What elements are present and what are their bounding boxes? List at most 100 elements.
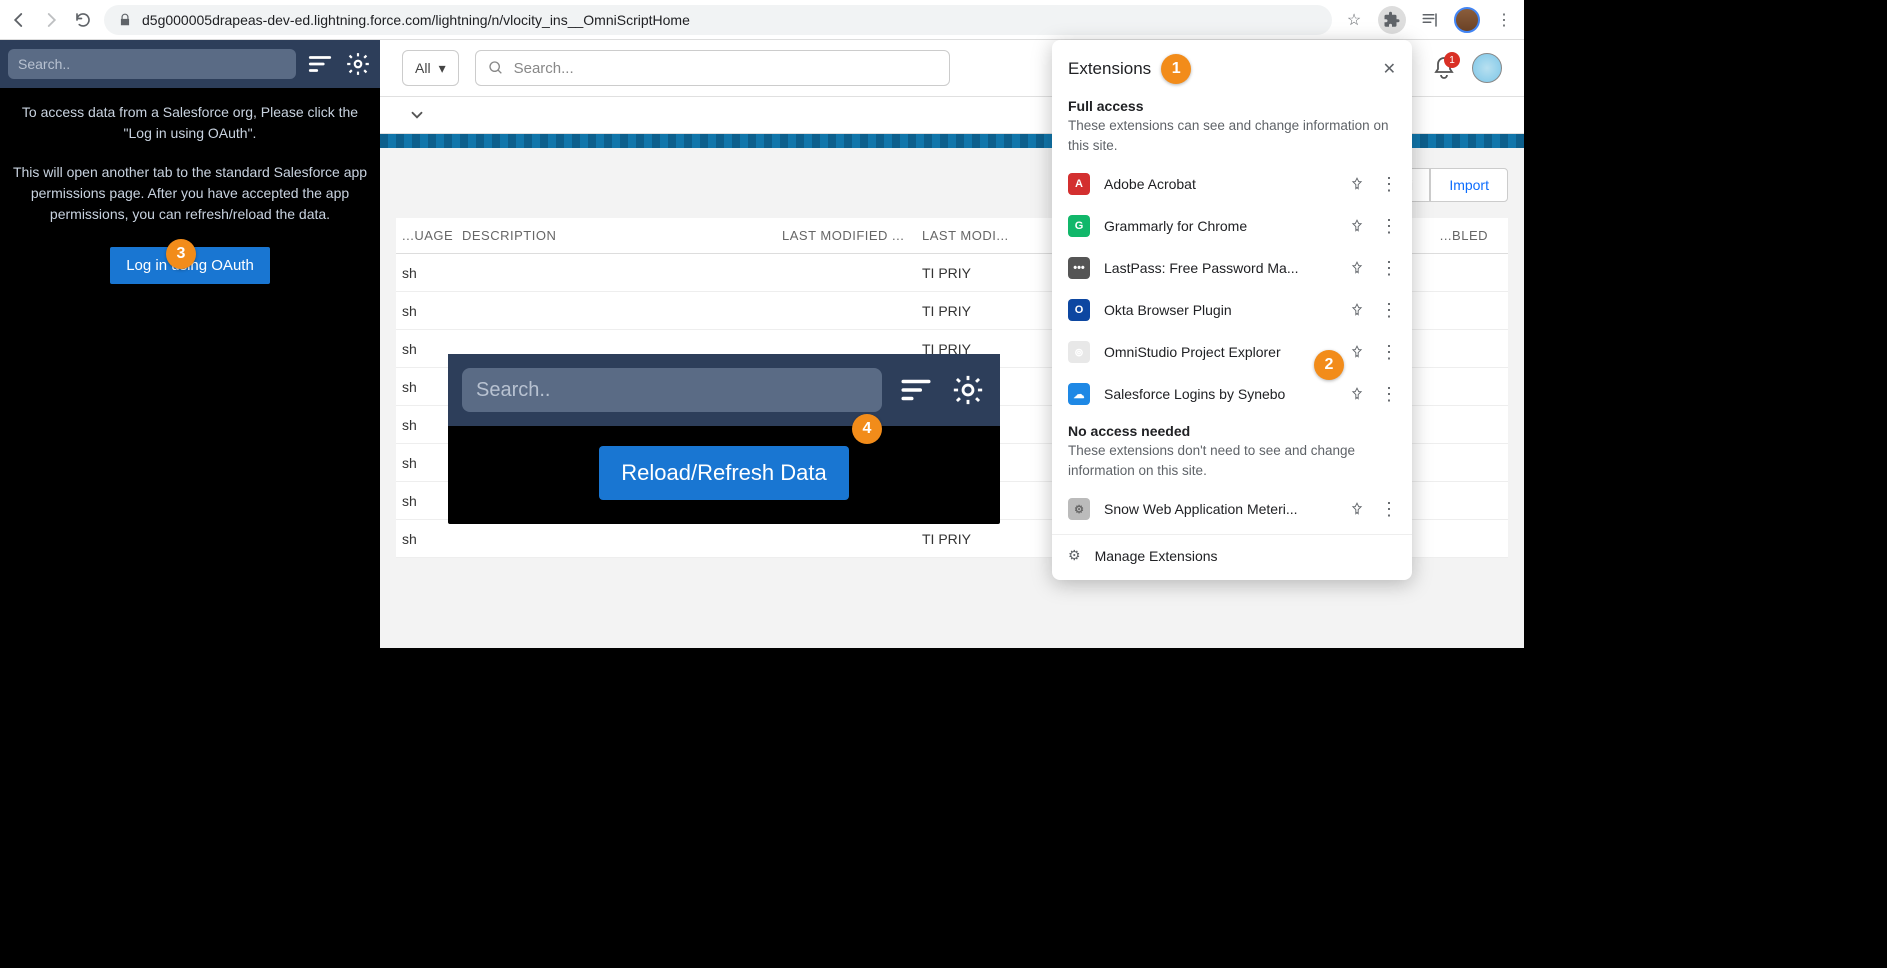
reload-button[interactable] (74, 11, 92, 29)
cell-lang: sh (396, 455, 456, 471)
pin-icon[interactable] (1350, 177, 1366, 191)
browser-toolbar: d5g000005drapeas-dev-ed.lightning.force.… (0, 0, 1524, 40)
close-icon[interactable]: ✕ (1383, 59, 1396, 79)
search-icon (488, 60, 504, 76)
extension-name: OmniStudio Project Explorer (1104, 344, 1336, 360)
user-avatar[interactable] (1472, 53, 1502, 83)
back-button[interactable] (10, 11, 28, 29)
cell-lang: sh (396, 531, 456, 547)
annotation-3: 3 (166, 239, 196, 269)
extension-item[interactable]: ☁ Salesforce Logins by Synebo ⋮ (1052, 373, 1412, 415)
import-button[interactable]: Import (1430, 168, 1508, 202)
more-icon[interactable]: ⋮ (1380, 342, 1396, 363)
pin-icon[interactable] (1350, 387, 1366, 401)
side-search-placeholder: Search.. (18, 56, 70, 72)
extensions-popup: Extensions 1 ✕ Full access These extensi… (1052, 40, 1412, 580)
gear-icon[interactable] (344, 50, 372, 78)
oauth-msg2: This will open another tab to the standa… (0, 148, 380, 229)
reading-list-icon[interactable] (1420, 10, 1440, 30)
extension-name: Adobe Acrobat (1104, 176, 1336, 192)
chrome-actions: ☆ ⋮ (1344, 6, 1514, 34)
pin-icon[interactable] (1350, 345, 1366, 359)
more-icon[interactable]: ⋮ (1380, 384, 1396, 405)
forward-button[interactable] (42, 11, 60, 29)
side-panel-header: Search.. (0, 40, 380, 88)
more-icon[interactable]: ⋮ (1380, 499, 1396, 520)
import-label: Import (1449, 177, 1489, 193)
extension-icon: ••• (1068, 257, 1090, 279)
extension-name: Salesforce Logins by Synebo (1104, 386, 1336, 402)
star-icon[interactable]: ☆ (1344, 10, 1364, 30)
pin-icon[interactable] (1350, 303, 1366, 317)
extension-item[interactable]: O Okta Browser Plugin ⋮ (1052, 289, 1412, 331)
extension-item[interactable]: A Adobe Acrobat ⋮ (1052, 163, 1412, 205)
manage-extensions[interactable]: ⚙ Manage Extensions (1052, 534, 1412, 572)
filter-dropdown[interactable]: All ▾ (402, 50, 459, 86)
search-placeholder: Search... (514, 60, 574, 77)
col-lastmodby: LAST MODI... (916, 228, 1016, 243)
profile-avatar[interactable] (1454, 7, 1480, 33)
cell-by: TI PRIY (916, 531, 1016, 547)
overlay-search-placeholder: Search.. (476, 379, 550, 402)
menu-icon[interactable]: ⋮ (1494, 10, 1514, 30)
extension-item[interactable]: ⊚ OmniStudio Project Explorer ⋮ (1052, 331, 1412, 373)
extension-icon: G (1068, 215, 1090, 237)
pin-icon[interactable] (1350, 261, 1366, 275)
cell-lang: sh (396, 417, 456, 433)
chevron-down-icon: ▾ (439, 60, 446, 77)
extension-name: Grammarly for Chrome (1104, 218, 1336, 234)
global-search[interactable]: Search... (475, 50, 951, 86)
extension-item[interactable]: ••• LastPass: Free Password Ma... ⋮ (1052, 247, 1412, 289)
reload-data-button[interactable]: Reload/Refresh Data (599, 446, 848, 500)
extension-item[interactable]: ⚙ Snow Web Application Meteri... ⋮ (1052, 488, 1412, 530)
cell-lang: sh (396, 341, 456, 357)
cell-lang: sh (396, 303, 456, 319)
cell-by: TI PRIY (916, 303, 1016, 319)
extension-side-panel: Search.. To access data from a Salesforc… (0, 40, 380, 648)
annotation-1: 1 (1161, 54, 1191, 84)
reload-overlay: Search.. Reload/Refresh Data 4 (448, 354, 1000, 524)
notification-badge: 1 (1444, 52, 1460, 68)
extension-icon: O (1068, 299, 1090, 321)
full-access-desc: These extensions can see and change info… (1052, 116, 1412, 163)
lock-icon (118, 13, 132, 27)
col-language: ...UAGE (396, 228, 456, 243)
overlay-search-input[interactable]: Search.. (462, 368, 882, 412)
extension-icon: A (1068, 173, 1090, 195)
chevron-down-icon[interactable] (408, 106, 426, 124)
extensions-button[interactable] (1378, 6, 1406, 34)
gear-icon[interactable] (950, 372, 986, 408)
more-icon[interactable]: ⋮ (1380, 300, 1396, 321)
extensions-title: Extensions (1068, 59, 1151, 79)
col-lastmod: LAST MODIFIED ... (776, 228, 916, 243)
address-bar[interactable]: d5g000005drapeas-dev-ed.lightning.force.… (104, 5, 1332, 35)
cell-by: TI PRIY (916, 265, 1016, 281)
extension-name: LastPass: Free Password Ma... (1104, 260, 1336, 276)
side-search-input[interactable]: Search.. (8, 49, 296, 79)
url-text: d5g000005drapeas-dev-ed.lightning.force.… (142, 12, 690, 28)
cell-lang: sh (396, 493, 456, 509)
overlay-header: Search.. (448, 354, 1000, 426)
pin-icon[interactable] (1350, 219, 1366, 233)
nav-buttons (10, 11, 92, 29)
more-icon[interactable]: ⋮ (1380, 174, 1396, 195)
more-icon[interactable]: ⋮ (1380, 216, 1396, 237)
col-description: DESCRIPTION (456, 228, 776, 243)
manage-label: Manage Extensions (1095, 548, 1218, 564)
gear-icon: ⚙ (1068, 547, 1081, 564)
extension-icon: ⊚ (1068, 341, 1090, 363)
more-icon[interactable]: ⋮ (1380, 258, 1396, 279)
extension-name: Snow Web Application Meteri... (1104, 501, 1336, 517)
extension-item[interactable]: G Grammarly for Chrome ⋮ (1052, 205, 1412, 247)
extension-icon: ☁ (1068, 383, 1090, 405)
filter-label: All (415, 60, 431, 76)
notifications-button[interactable]: 1 (1432, 56, 1456, 80)
extension-icon: ⚙ (1068, 498, 1090, 520)
pin-icon[interactable] (1350, 502, 1366, 516)
sort-icon[interactable] (306, 50, 334, 78)
extensions-full-list: AAdobe Acrobat⋮GGrammarly for Chrome⋮•••… (1052, 163, 1412, 415)
no-access-heading: No access needed (1052, 415, 1412, 441)
no-access-desc: These extensions don't need to see and c… (1052, 441, 1412, 488)
sort-icon[interactable] (898, 372, 934, 408)
extension-name: Okta Browser Plugin (1104, 302, 1336, 318)
